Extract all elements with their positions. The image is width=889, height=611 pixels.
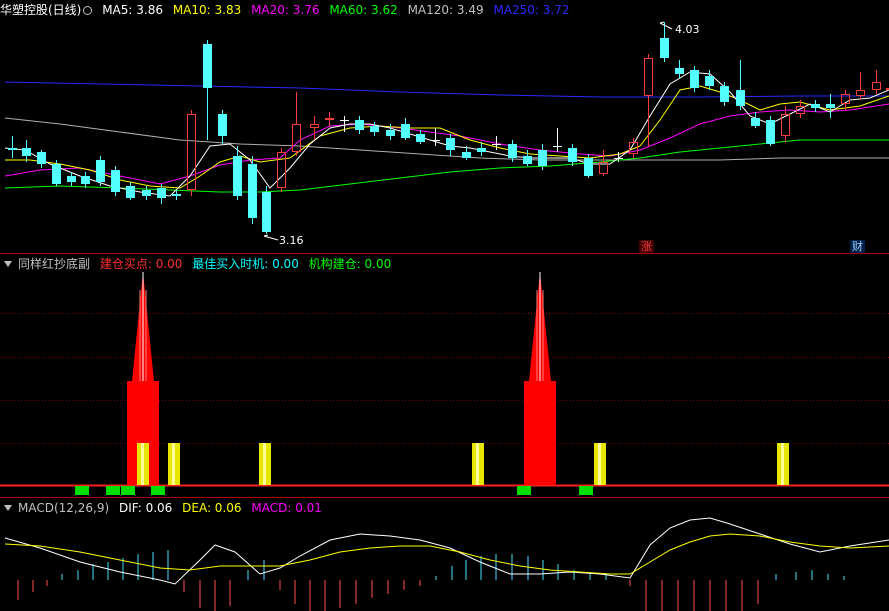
candle[interactable] xyxy=(811,100,820,112)
candle[interactable] xyxy=(553,128,562,152)
green-block xyxy=(151,486,165,495)
indicator-chart xyxy=(0,272,889,495)
candle[interactable] xyxy=(841,90,850,110)
yellow-bars xyxy=(137,443,789,485)
candle[interactable] xyxy=(142,186,151,200)
candle[interactable] xyxy=(720,82,729,106)
candle[interactable] xyxy=(355,116,364,134)
candle[interactable] xyxy=(856,72,865,100)
candle[interactable] xyxy=(675,60,684,78)
green-block xyxy=(579,486,593,495)
green-block xyxy=(106,486,120,495)
candle[interactable] xyxy=(81,172,90,188)
yellow-bar xyxy=(472,443,484,485)
candle[interactable] xyxy=(111,166,120,196)
candle[interactable] xyxy=(126,182,135,200)
yellow-bar xyxy=(777,443,789,485)
candle[interactable] xyxy=(233,146,242,200)
low-price-label: 3.16 xyxy=(279,234,304,247)
candle[interactable] xyxy=(310,116,319,140)
high-price-label: 4.03 xyxy=(675,23,700,36)
yellow-bar xyxy=(137,443,149,485)
candle[interactable] xyxy=(325,112,334,126)
candle[interactable] xyxy=(660,22,669,62)
candle[interactable] xyxy=(262,186,271,234)
candle[interactable] xyxy=(751,112,760,128)
candle[interactable] xyxy=(401,118,410,140)
candle[interactable] xyxy=(781,106,790,142)
green-block xyxy=(75,486,89,495)
green-block xyxy=(517,486,531,495)
candle[interactable] xyxy=(22,140,31,162)
candle[interactable] xyxy=(568,144,577,166)
candle[interactable] xyxy=(8,136,17,158)
candle[interactable] xyxy=(736,60,745,110)
chart-canvas[interactable]: 4.03 3.16 xyxy=(0,0,889,611)
candle[interactable] xyxy=(644,54,653,146)
candle[interactable] xyxy=(37,150,46,168)
candle[interactable] xyxy=(705,70,714,90)
ma-lines xyxy=(4,71,889,197)
candlesticks[interactable] xyxy=(8,22,889,234)
candle[interactable] xyxy=(96,156,105,186)
candle[interactable] xyxy=(826,94,835,118)
macd-histogram xyxy=(17,550,845,611)
candle[interactable] xyxy=(248,156,257,224)
financial-report-badge[interactable]: 财 xyxy=(850,240,865,253)
low-marker: 3.16 xyxy=(263,234,304,247)
candle[interactable] xyxy=(431,128,440,146)
candle[interactable] xyxy=(203,40,212,140)
candle[interactable] xyxy=(172,190,181,200)
high-marker: 4.03 xyxy=(659,21,700,36)
green-block xyxy=(121,486,135,495)
green-blocks xyxy=(75,486,593,495)
ma250-line xyxy=(4,81,889,98)
candle[interactable] xyxy=(599,150,608,176)
rise-limit-badge[interactable]: 涨 xyxy=(639,240,654,253)
yellow-bar xyxy=(594,443,606,485)
red-spike-2 xyxy=(524,272,556,485)
yellow-bar xyxy=(168,443,180,485)
candle[interactable] xyxy=(766,116,775,146)
candle[interactable] xyxy=(416,130,425,144)
candle[interactable] xyxy=(446,134,455,156)
candle[interactable] xyxy=(218,110,227,144)
candle[interactable] xyxy=(872,70,881,94)
yellow-bar xyxy=(259,443,271,485)
